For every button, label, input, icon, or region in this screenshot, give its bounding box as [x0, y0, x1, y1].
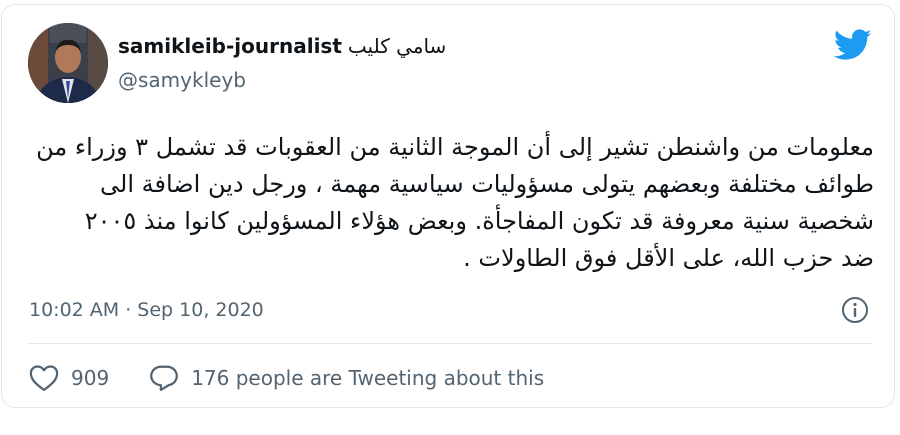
tweet-card[interactable]: samikleib-journalist سامي كليب @samykley… [1, 4, 895, 408]
reply-label[interactable]: 176 people are Tweeting about this [191, 366, 544, 390]
tweet-text-line: ضد حزب الله، على الأقل فوق الطاولات . [463, 244, 874, 272]
like-button[interactable]: 909 [29, 364, 149, 392]
tweet-text-line: معلومات من واشنطن تشير إلى أن الموجة الث… [36, 133, 874, 161]
divider [28, 343, 872, 344]
twitter-bird-icon[interactable] [833, 29, 872, 61]
heart-icon [29, 364, 59, 392]
tweet-actions: 909 176 people are Tweeting about this [29, 364, 544, 392]
tweet-timestamp[interactable]: 10:02 AM · Sep 10, 2020 [29, 299, 264, 321]
avatar[interactable] [28, 23, 108, 103]
tweet-text-line: طوائف مختلفة وبعضهم يتولى مسؤوليات سياسي… [100, 170, 874, 198]
tweet-text-line: شخصية سنية معروفة قد تكون المفاجأة. وبعض… [84, 207, 874, 235]
author-display-name-arabic[interactable]: سامي كليب [348, 34, 446, 58]
reply-button[interactable]: 176 people are Tweeting about this [149, 364, 544, 392]
author-name-row[interactable]: samikleib-journalist سامي كليب [118, 34, 446, 58]
author-handle[interactable]: @samykleyb [118, 68, 246, 92]
info-icon[interactable] [840, 295, 870, 325]
author-display-name[interactable]: samikleib-journalist [118, 34, 342, 58]
like-count: 909 [71, 366, 110, 390]
speech-bubble-icon [149, 364, 179, 392]
tweet-text: معلومات من واشنطن تشير إلى أن الموجة الث… [22, 129, 874, 277]
